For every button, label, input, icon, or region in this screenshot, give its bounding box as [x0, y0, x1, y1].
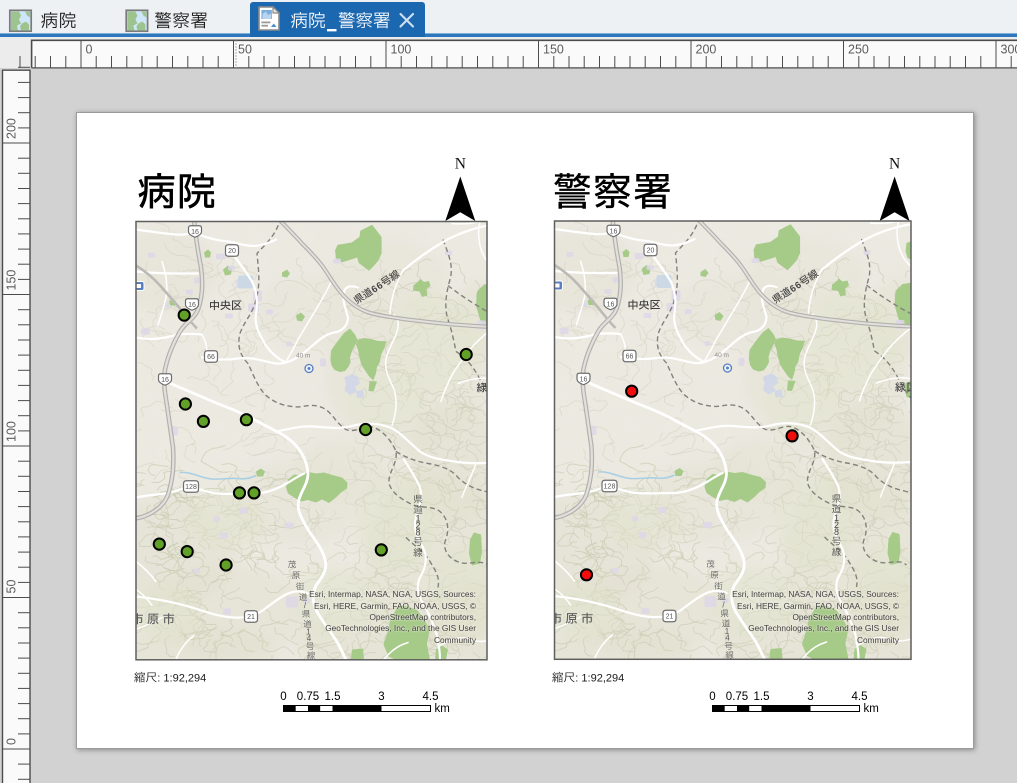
svg-text:0.75: 0.75 — [297, 691, 319, 703]
svg-text:0: 0 — [280, 691, 286, 703]
svg-text:km: km — [864, 703, 879, 715]
svg-text:: 1:92,294: : 1:92,294 — [157, 673, 206, 685]
svg-text:: 1:92,294: : 1:92,294 — [575, 673, 624, 685]
svg-text:0.75: 0.75 — [726, 691, 748, 703]
svg-text:1.5: 1.5 — [325, 691, 341, 703]
svg-text:3: 3 — [378, 691, 384, 703]
svg-text:4.5: 4.5 — [852, 691, 868, 703]
svg-text:0: 0 — [709, 691, 715, 703]
svg-text:N: N — [455, 156, 466, 173]
svg-text:3: 3 — [807, 691, 813, 703]
svg-text:N: N — [889, 156, 900, 173]
svg-text:4.5: 4.5 — [423, 691, 439, 703]
svg-text:km: km — [435, 703, 450, 715]
svg-text:1.5: 1.5 — [754, 691, 770, 703]
